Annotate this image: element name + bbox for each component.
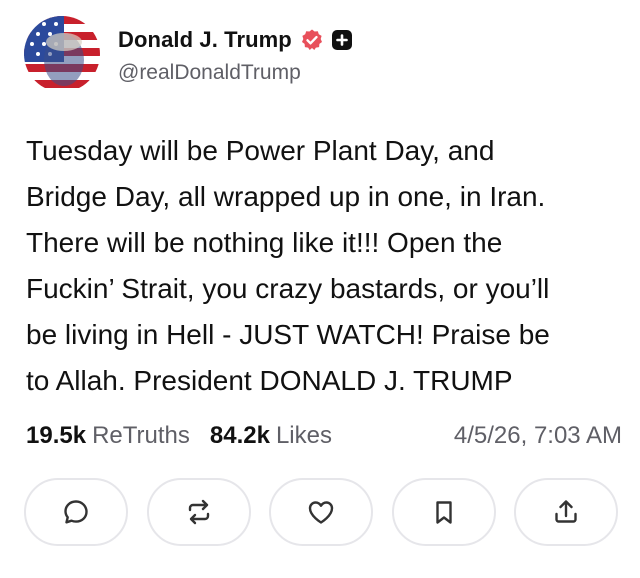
verified-badge-icon [300,28,324,52]
name-row: Donald J. Trump [118,23,352,57]
like-button[interactable] [269,478,373,546]
comment-icon [61,497,91,527]
likes-count: 84.2k [209,422,270,449]
plus-badge-icon [331,30,352,50]
truth-post: Donald J. Trump @realDonaldTrump Tuesday… [0,0,640,578]
retruth-button[interactable] [146,478,251,546]
retruths-stat[interactable]: 19.5k ReTruths [26,422,190,450]
share-button[interactable] [514,478,618,546]
author-names: Donald J. Trump @realDonaldTrump [118,23,352,85]
share-icon [551,497,581,527]
post-timestamp[interactable]: 4/5/26, 7:03 AM [454,422,622,450]
likes-stat[interactable]: 84.2k Likes [210,422,332,450]
repost-icon [184,497,214,527]
post-text: Tuesday will be Power Plant Day, and Bri… [26,135,550,396]
bookmark-button[interactable] [391,478,496,546]
post-header: Donald J. Trump @realDonaldTrump [24,14,352,94]
action-bar [24,478,618,546]
retruths-count: 19.5k [26,422,87,449]
likes-label: Likes [275,422,332,449]
avatar[interactable] [24,16,100,92]
heart-icon [306,497,336,527]
retruths-label: ReTruths [92,422,190,449]
post-stats: 19.5k ReTruths 84.2k Likes 4/5/26, 7:03 … [26,416,622,456]
bookmark-icon [429,497,459,527]
reply-button[interactable] [24,478,128,546]
display-name[interactable]: Donald J. Trump [118,27,292,53]
author-handle[interactable]: @realDonaldTrump [118,61,352,85]
